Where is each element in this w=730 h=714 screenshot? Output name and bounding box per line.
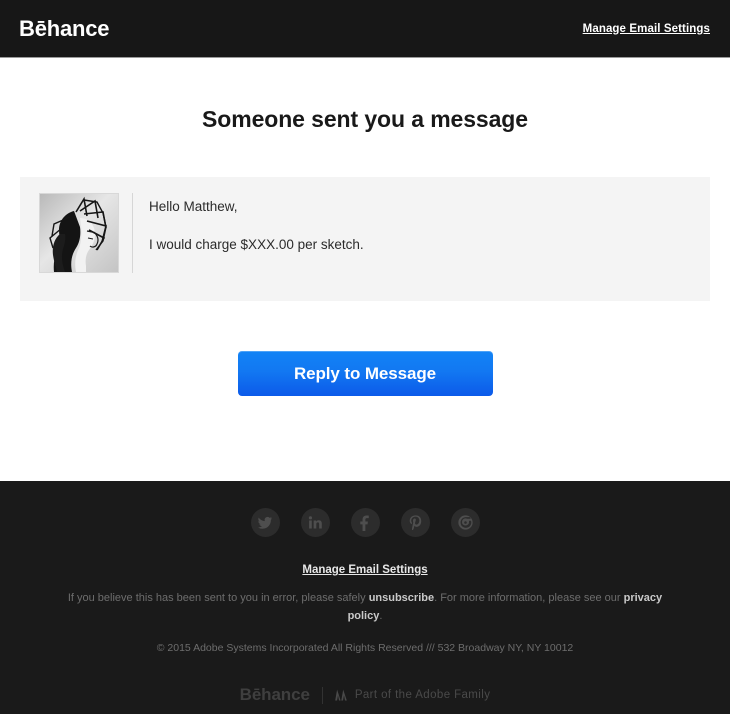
facebook-glyph bbox=[360, 514, 369, 531]
disclaimer-text-3: . bbox=[379, 610, 383, 623]
message-text: I would charge $XXX.00 per sketch. bbox=[149, 237, 364, 253]
twitter-glyph bbox=[258, 516, 272, 529]
pinterest-glyph bbox=[409, 515, 421, 530]
brand-separator bbox=[321, 686, 323, 704]
disclaimer-text-1: If you believe this has been sent to you… bbox=[67, 592, 369, 604]
cta-container: Reply to Message bbox=[0, 351, 730, 396]
instagram-glyph bbox=[457, 515, 473, 530]
instagram-icon[interactable] bbox=[450, 508, 480, 537]
reply-to-message-button[interactable]: Reply to Message bbox=[237, 351, 493, 396]
sender-avatar bbox=[39, 193, 119, 273]
message-card: Hello Matthew, I would charge $XXX.00 pe… bbox=[20, 177, 710, 301]
adobe-family-label: Part of the Adobe Family bbox=[354, 689, 491, 702]
behance-logo: Bēhance bbox=[19, 15, 110, 41]
header-manage-email-settings-link[interactable]: Manage Email Settings bbox=[583, 23, 710, 35]
page-header: Bēhance Manage Email Settings bbox=[0, 0, 730, 58]
main-content: Someone sent you a message Hello Matthew… bbox=[0, 58, 730, 396]
avatar-illustration bbox=[40, 194, 118, 272]
footer-brand-row: Bēhance Part of the Adobe Family bbox=[0, 685, 730, 705]
footer-behance-logo: Bēhance bbox=[239, 685, 310, 705]
disclaimer-text-2: . For more information, please see our bbox=[434, 592, 624, 604]
linkedin-glyph bbox=[308, 516, 322, 529]
adobe-logo-icon bbox=[335, 689, 348, 701]
footer-disclaimer: If you believe this has been sent to you… bbox=[0, 589, 730, 625]
page-footer: Manage Email Settings If you believe thi… bbox=[0, 481, 730, 714]
adobe-family-group: Part of the Adobe Family bbox=[335, 689, 491, 701]
message-body: Hello Matthew, I would charge $XXX.00 pe… bbox=[133, 193, 364, 253]
linkedin-icon[interactable] bbox=[300, 508, 330, 537]
pinterest-icon[interactable] bbox=[400, 508, 430, 537]
message-greeting: Hello Matthew, bbox=[149, 199, 238, 214]
email-page: Bēhance Manage Email Settings Someone se… bbox=[0, 0, 730, 714]
facebook-icon[interactable] bbox=[350, 508, 380, 537]
footer-manage-email-settings-link[interactable]: Manage Email Settings bbox=[302, 564, 427, 576]
page-title: Someone sent you a message bbox=[202, 106, 528, 132]
copyright-text: © 2015 Adobe Systems Incorporated All Ri… bbox=[156, 642, 574, 655]
adobe-a-glyph bbox=[335, 689, 347, 701]
twitter-icon[interactable] bbox=[250, 508, 280, 537]
unsubscribe-link[interactable]: unsubscribe bbox=[369, 592, 434, 604]
social-links bbox=[0, 508, 730, 537]
